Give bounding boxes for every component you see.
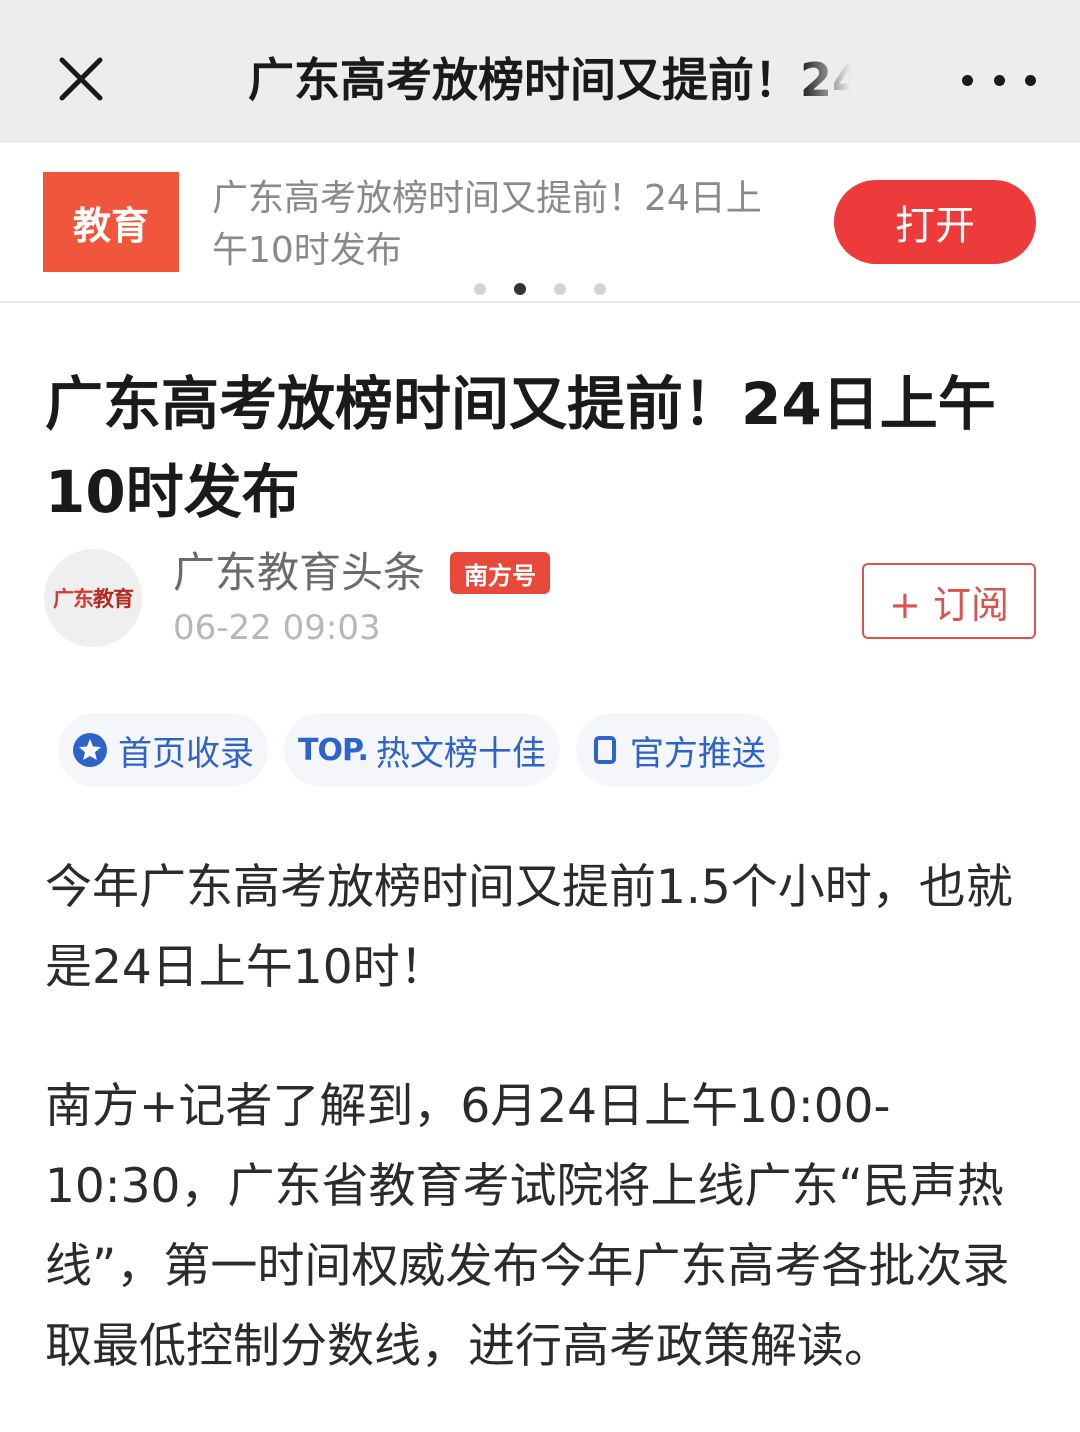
more-icon[interactable] [962, 60, 1036, 100]
top-nav-bar: 广东高考放榜时间又提前！24日上午10时发布 [0, 0, 1080, 143]
banner-logo: 教育 [43, 172, 179, 272]
avatar-text-bold: 教育 [93, 587, 134, 611]
tag-list: 首页收录 TOP. 热文榜十佳 官方推送 [58, 713, 780, 787]
avatar-text: 广东 [53, 587, 94, 611]
nav-title: 广东高考放榜时间又提前！24日上午10时发布 [248, 45, 860, 115]
carousel-dot-active[interactable] [514, 283, 526, 295]
author-name[interactable]: 广东教育头条 [173, 545, 425, 601]
carousel-dot[interactable] [594, 283, 606, 295]
publish-time: 06-22 09:03 [173, 608, 381, 648]
more-dot [962, 74, 973, 86]
open-app-button[interactable]: 打开 [834, 180, 1036, 264]
tag-label: 热文榜十佳 [375, 733, 546, 774]
article-paragraph: 南方+记者了解到，6月24日上午10:00-10:30，广东省教育考试院将上线广… [45, 1079, 1010, 1374]
article-paragraph: 今年广东高考放榜时间又提前1.5个小时，也就是24日上午10时！ [45, 860, 1013, 995]
banner-text[interactable]: 广东高考放榜时间又提前！24日上午10时发布 [212, 173, 772, 277]
star-badge-icon [72, 732, 108, 768]
square-icon [590, 735, 620, 765]
tag-official-push[interactable]: 官方推送 [575, 713, 780, 787]
subscribe-button[interactable]: + 订阅 [862, 563, 1036, 639]
tag-top-ten[interactable]: TOP. 热文榜十佳 [284, 713, 560, 787]
tag-label: 首页收录 [118, 733, 254, 774]
tag-label: 官方推送 [629, 733, 766, 774]
source-badge: 南方号 [450, 552, 550, 594]
more-dot [1025, 74, 1036, 86]
top-icon: TOP. [298, 732, 369, 768]
carousel-dots [474, 283, 606, 295]
carousel-dot[interactable] [474, 283, 486, 295]
more-dot [993, 74, 1005, 86]
app-promo-banner[interactable]: 教育 广东高考放榜时间又提前！24日上午10时发布 打开 [0, 143, 1080, 303]
avatar[interactable]: 广东 教育 [44, 549, 142, 647]
article-title: 广东高考放榜时间又提前！24日上午10时发布 [45, 370, 996, 526]
close-icon[interactable] [50, 48, 112, 110]
carousel-dot[interactable] [554, 283, 566, 295]
tag-homepage-featured[interactable]: 首页收录 [58, 713, 268, 787]
